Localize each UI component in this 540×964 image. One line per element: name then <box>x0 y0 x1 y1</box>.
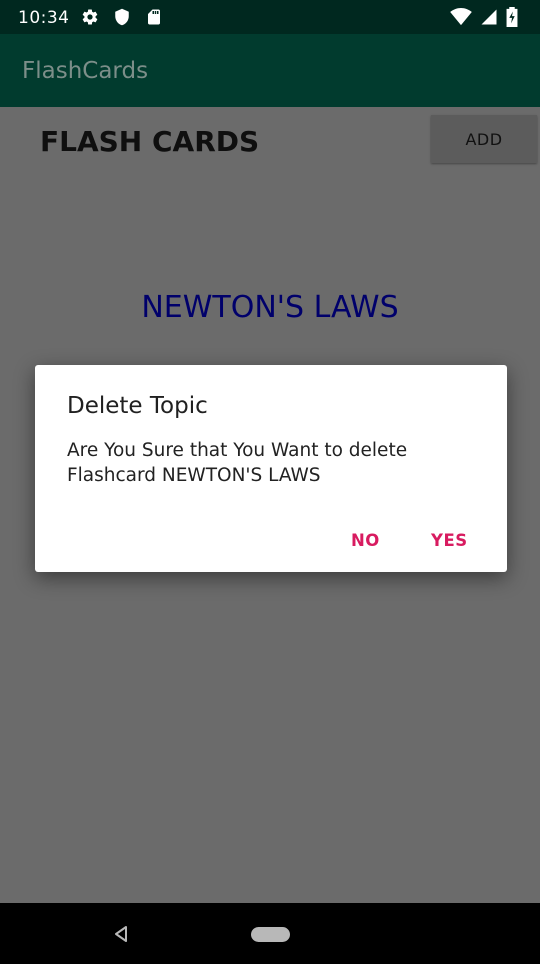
status-time: 10:34 <box>18 8 70 28</box>
no-button[interactable]: NO <box>343 522 388 558</box>
topic-item[interactable]: NEWTON'S LAWS <box>0 290 540 325</box>
add-button[interactable]: ADD <box>431 115 537 163</box>
battery-charging-icon <box>506 7 518 27</box>
shield-icon <box>115 8 129 26</box>
yes-button[interactable]: YES <box>423 522 476 558</box>
back-icon[interactable] <box>112 925 130 943</box>
app-title: FlashCards <box>22 58 149 84</box>
sd-card-icon <box>148 9 160 25</box>
wifi-icon <box>450 8 472 26</box>
page-title: FLASH CARDS <box>40 125 260 158</box>
navigation-bar <box>0 903 540 964</box>
status-bar: 10:34 <box>0 0 540 34</box>
dialog-message: Are You Sure that You Want to delete Fla… <box>67 440 408 486</box>
app-bar: FlashCards <box>0 34 540 107</box>
home-pill[interactable] <box>251 927 290 942</box>
gear-icon <box>82 9 98 25</box>
signal-icon <box>481 9 497 25</box>
dialog-title: Delete Topic <box>67 393 208 419</box>
delete-topic-dialog: Delete Topic Are You Sure that You Want … <box>35 365 507 572</box>
